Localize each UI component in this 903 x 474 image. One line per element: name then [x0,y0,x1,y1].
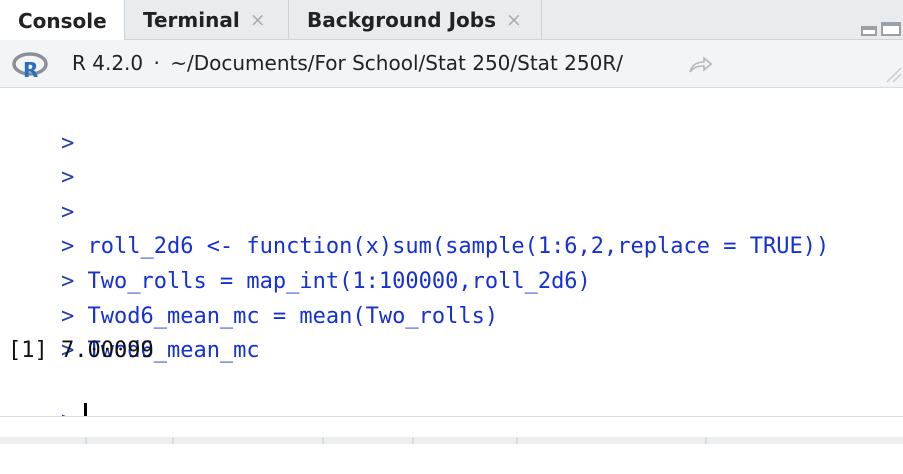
go-to-directory-icon[interactable] [688,56,712,74]
bottom-pane-strip [0,416,903,444]
tab-console[interactable]: Console [0,0,125,41]
maximize-pane-icon[interactable] [881,22,901,36]
r-version: R 4.2.0 [72,51,144,75]
console-output[interactable]: > > > > roll_2d6 <- function(x)sum(sampl… [0,88,903,434]
svg-text:R: R [23,58,38,79]
tab-background-jobs-label: Background Jobs [307,8,496,32]
minimize-pane-icon[interactable] [861,26,877,36]
console-path-bar: R R 4.2.0 · ~/Documents/For School/Stat … [0,40,903,88]
tab-console-label: Console [18,8,107,33]
working-directory: ~/Documents/For School/Stat 250/Stat 250… [170,51,623,75]
close-icon[interactable]: × [250,9,266,31]
close-icon[interactable]: × [506,9,522,31]
tab-terminal-label: Terminal [143,8,240,32]
pane-tab-bar: Console Terminal × Background Jobs × [0,0,903,41]
path-separator: · [153,51,160,75]
tab-terminal[interactable]: Terminal × [125,0,289,40]
window-controls [857,18,903,38]
console-result: [1] 7.00099 [8,338,154,364]
r-logo-icon: R [12,52,48,79]
resize-handle-icon[interactable] [883,64,903,84]
console-path: R 4.2.0 · ~/Documents/For School/Stat 25… [72,51,623,75]
tab-background-jobs[interactable]: Background Jobs × [289,0,542,40]
